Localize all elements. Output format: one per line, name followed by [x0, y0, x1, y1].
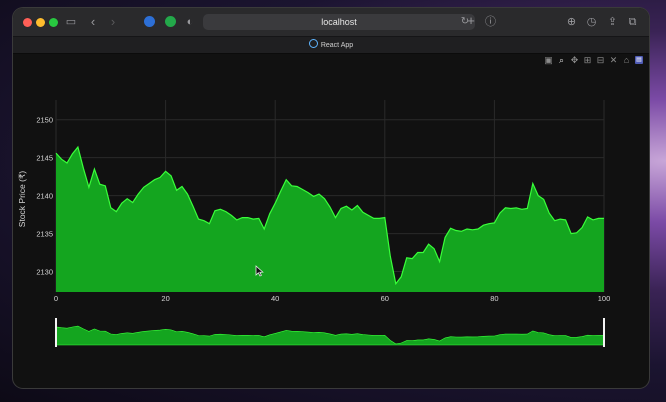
x-tick-label: 40: [271, 294, 279, 303]
x-tick-label: 60: [381, 294, 389, 303]
y-tick-label: 2140: [36, 192, 53, 201]
stock-price-chart[interactable]: 2130 2135 2140 2145 2150 0 20 40 60 80 100 Stock …: [13, 8, 649, 388]
range-slider-right-handle[interactable]: [603, 318, 605, 347]
range-slider[interactable]: [55, 318, 605, 347]
browser-window: ▭ ‹ › ◐ localhost ↻ + ⓘ ⊕ ◷ ⇪ ⧉ React Ap…: [13, 8, 649, 388]
price-area: [56, 147, 604, 292]
x-tick-label: 100: [598, 294, 611, 303]
x-tick-label: 0: [54, 294, 58, 303]
y-tick-label: 2130: [36, 268, 53, 277]
y-axis-ticks: 2130 2135 2140 2145 2150: [36, 116, 53, 277]
y-axis-label: Stock Price (₹): [17, 171, 27, 228]
y-tick-label: 2150: [36, 116, 53, 125]
y-tick-label: 2145: [36, 154, 53, 163]
x-tick-label: 80: [490, 294, 498, 303]
x-tick-label: 20: [161, 294, 169, 303]
range-slider-left-handle[interactable]: [55, 318, 57, 347]
x-axis-ticks: 0 20 40 60 80 100: [54, 294, 610, 303]
y-tick-label: 2135: [36, 230, 53, 239]
